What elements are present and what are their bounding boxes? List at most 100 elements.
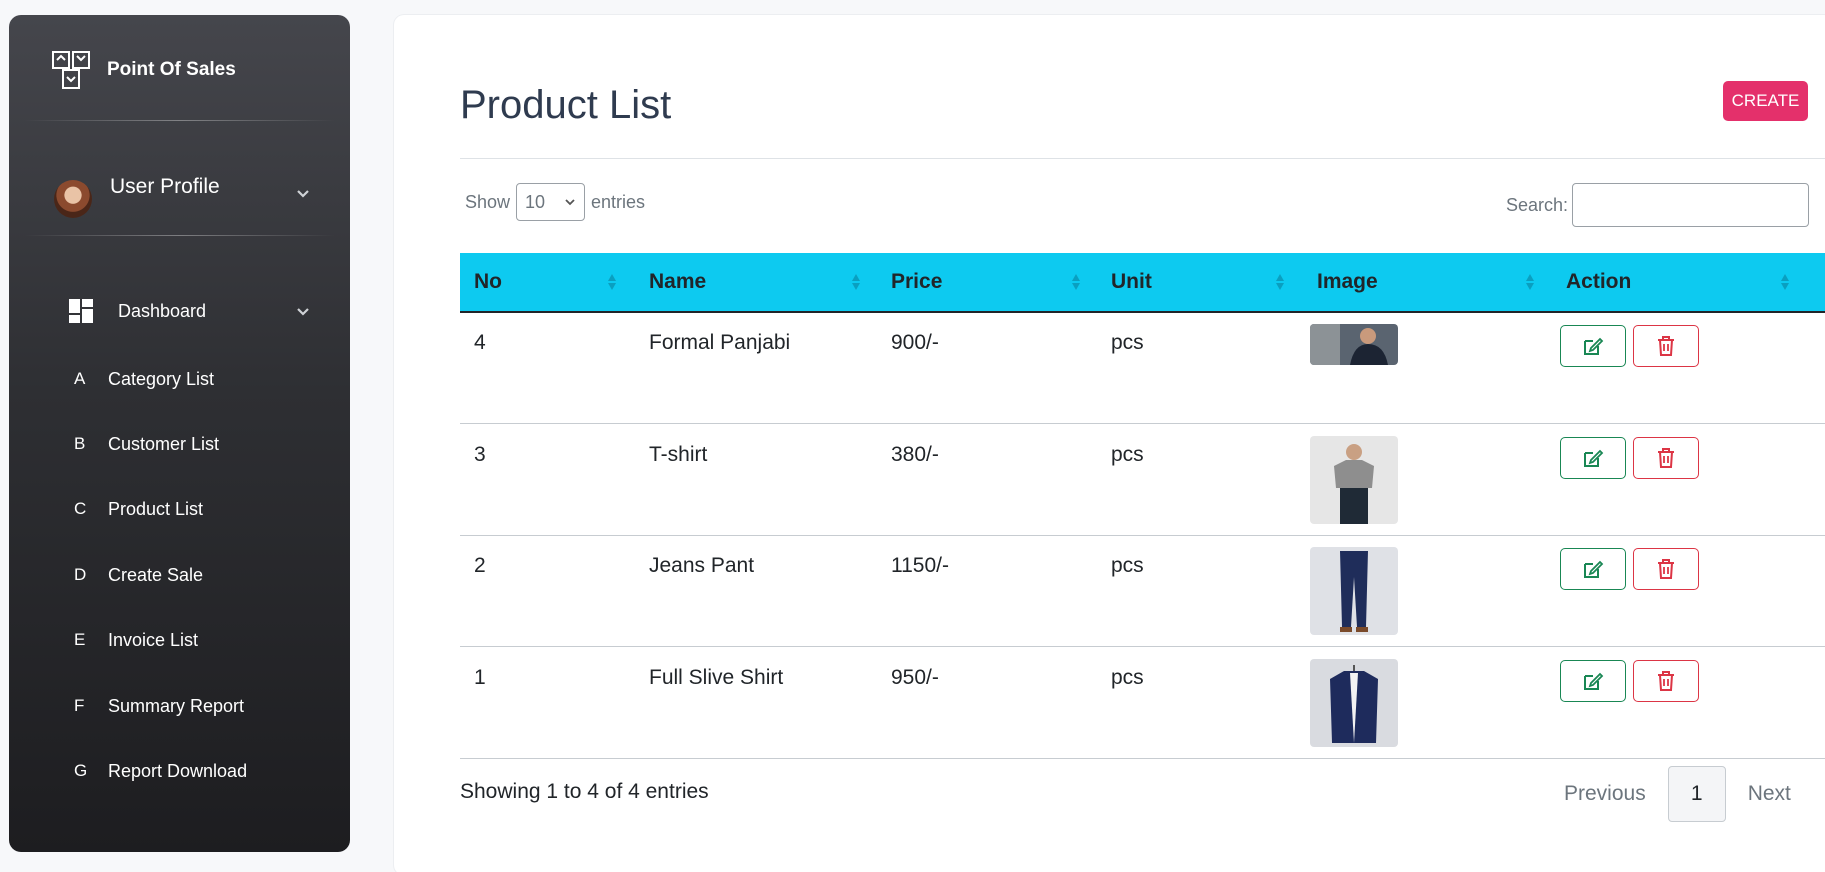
sidebar-item-label: Category List	[108, 368, 215, 389]
pagination-previous[interactable]: Previous	[1542, 782, 1668, 806]
search-label: Search:	[1506, 194, 1569, 215]
cell-unit: pcs	[1111, 443, 1144, 466]
column-header-image[interactable]: Image	[1317, 253, 1378, 311]
column-header-no[interactable]: No	[474, 253, 502, 311]
cell-no: 1	[474, 666, 486, 689]
sidebar-item-label: Product List	[108, 498, 204, 519]
sidebar-item-letter: B	[74, 434, 86, 453]
sidebar-item-report-download[interactable]: G Report Download	[58, 753, 310, 789]
edit-icon	[1584, 560, 1604, 578]
delete-button[interactable]	[1633, 548, 1699, 590]
sidebar-item-category-list[interactable]: A Category List	[58, 361, 310, 397]
sort-icon	[1276, 274, 1284, 290]
table-row: 1 Full Slive Shirt 950/- pcs	[460, 648, 1825, 759]
show-label: Show	[465, 191, 511, 212]
man-photo-thumbnail	[1310, 324, 1398, 365]
delete-button[interactable]	[1633, 437, 1699, 479]
sort-icon	[1072, 274, 1080, 290]
edit-button[interactable]	[1560, 660, 1626, 702]
entries-select[interactable]: 10	[516, 183, 586, 221]
content-card: Product List CREATE Show 10 entries Sear…	[394, 15, 1825, 872]
chevron-down-icon	[565, 199, 575, 206]
dashboard-icon	[69, 299, 93, 323]
sidebar-item-product-list[interactable]: C Product List	[58, 491, 310, 527]
cell-name: Formal Panjabi	[649, 331, 791, 354]
brand[interactable]: Point Of Sales	[51, 49, 236, 91]
sidebar-item-letter: E	[74, 630, 86, 649]
column-header-name[interactable]: Name	[649, 253, 706, 311]
sidebar-item-create-sale[interactable]: D Create Sale	[58, 557, 310, 593]
sidebar-item-letter: D	[74, 565, 87, 584]
trash-icon	[1658, 448, 1674, 468]
pagination-next[interactable]: Next	[1726, 782, 1813, 806]
sort-icon	[1526, 274, 1534, 290]
title-divider	[460, 158, 1825, 159]
column-header-action[interactable]: Action	[1566, 253, 1631, 311]
sidebar-item-letter: A	[74, 369, 86, 388]
cell-price: 380/-	[891, 443, 939, 466]
sidebar: Point Of Sales User Profile Dashboard A …	[9, 15, 350, 852]
edit-icon	[1584, 337, 1604, 355]
pagination: Previous 1 Next	[1542, 766, 1813, 822]
avatar	[54, 180, 92, 218]
sidebar-item-label: Summary Report	[108, 695, 245, 716]
cell-no: 4	[474, 331, 486, 354]
table-row: 2 Jeans Pant 1150/- pcs	[460, 536, 1825, 647]
create-button[interactable]: CREATE	[1723, 81, 1808, 121]
cell-unit: pcs	[1111, 331, 1144, 354]
table-search: Search:	[1506, 183, 1810, 227]
user-profile-toggle[interactable]: User Profile	[54, 171, 310, 218]
cell-name: T-shirt	[649, 443, 708, 466]
sort-icon	[608, 274, 616, 290]
edit-button[interactable]	[1560, 548, 1626, 590]
cell-unit: pcs	[1111, 666, 1144, 689]
entries-label: entries	[591, 191, 646, 212]
edit-button[interactable]	[1560, 437, 1626, 479]
sort-icon	[1781, 274, 1789, 290]
trash-icon	[1658, 671, 1674, 691]
sidebar-item-label: Dashboard	[118, 300, 207, 321]
sidebar-item-label: Customer List	[108, 433, 220, 454]
shirt-photo-thumbnail	[1310, 659, 1398, 747]
table-info: Showing 1 to 4 of 4 entries	[460, 780, 709, 803]
sidebar-item-label: Invoice List	[108, 629, 199, 650]
sidebar-item-label: Create Sale	[108, 564, 204, 585]
chevron-down-icon	[297, 308, 309, 316]
cell-no: 3	[474, 443, 486, 466]
chevron-down-icon	[297, 190, 309, 198]
cell-no: 2	[474, 554, 486, 577]
entries-select-value: 10	[525, 191, 546, 212]
cell-price: 1150/-	[891, 554, 949, 577]
cell-price: 900/-	[891, 331, 939, 354]
tshirt-photo-thumbnail	[1310, 436, 1398, 524]
page-title: Product List	[460, 83, 672, 127]
table-row: 3 T-shirt 380/- pcs	[460, 425, 1825, 536]
sidebar-item-letter: C	[74, 499, 87, 518]
sidebar-item-customer-list[interactable]: B Customer List	[58, 426, 310, 462]
sidebar-item-summary-report[interactable]: F Summary Report	[58, 688, 310, 724]
delete-button[interactable]	[1633, 660, 1699, 702]
delete-button[interactable]	[1633, 325, 1699, 367]
trash-icon	[1658, 336, 1674, 356]
profile-label: User Profile	[110, 175, 220, 198]
cell-name: Jeans Pant	[649, 554, 755, 577]
column-header-price[interactable]: Price	[891, 253, 942, 311]
cell-unit: pcs	[1111, 554, 1144, 577]
edit-button[interactable]	[1560, 325, 1626, 367]
sidebar-item-label: Report Download	[108, 760, 248, 781]
pos-logo-icon	[52, 51, 90, 89]
search-input[interactable]	[1572, 183, 1810, 227]
table-header: No Name Price Unit Image Action	[460, 253, 1825, 313]
cell-name: Full Slive Shirt	[649, 666, 784, 689]
edit-icon	[1584, 672, 1604, 690]
pagination-page-1[interactable]: 1	[1667, 766, 1726, 822]
table-row: 4 Formal Panjabi 900/- pcs	[460, 313, 1825, 424]
jeans-photo-thumbnail	[1310, 547, 1398, 635]
sidebar-item-invoice-list[interactable]: E Invoice List	[58, 622, 310, 658]
sort-icon	[852, 274, 860, 290]
trash-icon	[1658, 559, 1674, 579]
sidebar-item-dashboard[interactable]: Dashboard	[58, 293, 310, 329]
cell-price: 950/-	[891, 666, 939, 689]
brand-name: Point Of Sales	[107, 59, 236, 80]
column-header-unit[interactable]: Unit	[1111, 253, 1152, 311]
